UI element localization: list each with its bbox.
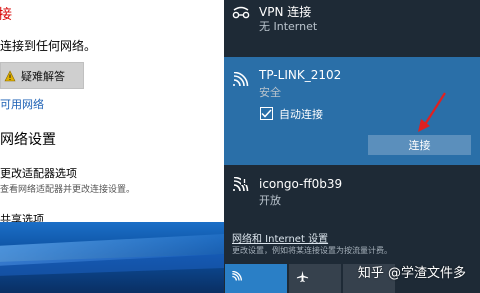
sharing-options-link[interactable]: 共享选项	[0, 211, 44, 222]
airplane-icon	[296, 270, 309, 283]
vpn-icon	[230, 2, 252, 24]
auto-connect-label: 自动连接	[279, 108, 323, 121]
wifi-toggle-tile[interactable]	[225, 264, 287, 293]
network-status-panel: 接 连接到任何网络。 疑难解答 可用网络 网络设置 更改适配器选项 查看网络适配…	[0, 0, 224, 222]
adapter-options-description: 查看网络适配器并更改连接设置。	[0, 185, 136, 195]
network-flyout: VPN 连接 无 Internet TP-LINK_2102 安全 自动连接 连…	[224, 0, 480, 293]
network-settings-heading: 网络设置	[0, 132, 56, 148]
network-security: 开放	[259, 194, 281, 207]
network-name: icongo-ff0b39	[259, 177, 343, 191]
available-networks-link[interactable]: 可用网络	[0, 96, 44, 112]
auto-connect-checkbox[interactable]	[260, 107, 273, 120]
warning-icon	[3, 69, 17, 83]
vpn-subtitle: 无 Internet	[259, 20, 318, 33]
network-internet-settings-link[interactable]: 网络和 Internet 设置	[232, 230, 328, 245]
connect-button[interactable]: 连接	[368, 135, 471, 155]
network-item-icongo[interactable]: icongo-ff0b39 开放	[224, 170, 480, 214]
network-settings-description: 更改设置，例如将某连接设置为按流量计费。	[232, 246, 392, 255]
airplane-mode-tile[interactable]	[289, 264, 341, 293]
connection-status-text: 连接到任何网络。	[0, 39, 97, 53]
watermark-text: 知乎 @学渣文件多	[357, 266, 466, 281]
network-security: 安全	[259, 86, 281, 99]
network-name: TP-LINK_2102	[259, 68, 342, 82]
connection-status-title: 接	[0, 7, 12, 23]
troubleshoot-label: 疑难解答	[21, 69, 65, 83]
wifi-icon	[232, 271, 242, 281]
adapter-options-link[interactable]: 更改适配器选项	[0, 165, 77, 181]
wifi-icon	[230, 69, 252, 91]
desktop-wallpaper	[0, 222, 224, 293]
annotation-arrow-icon	[418, 92, 446, 132]
troubleshoot-button[interactable]: 疑难解答	[0, 62, 84, 89]
vpn-connection-item[interactable]: VPN 连接 无 Internet	[224, 0, 480, 40]
checkmark-icon	[261, 109, 272, 118]
wifi-open-icon	[230, 174, 252, 196]
